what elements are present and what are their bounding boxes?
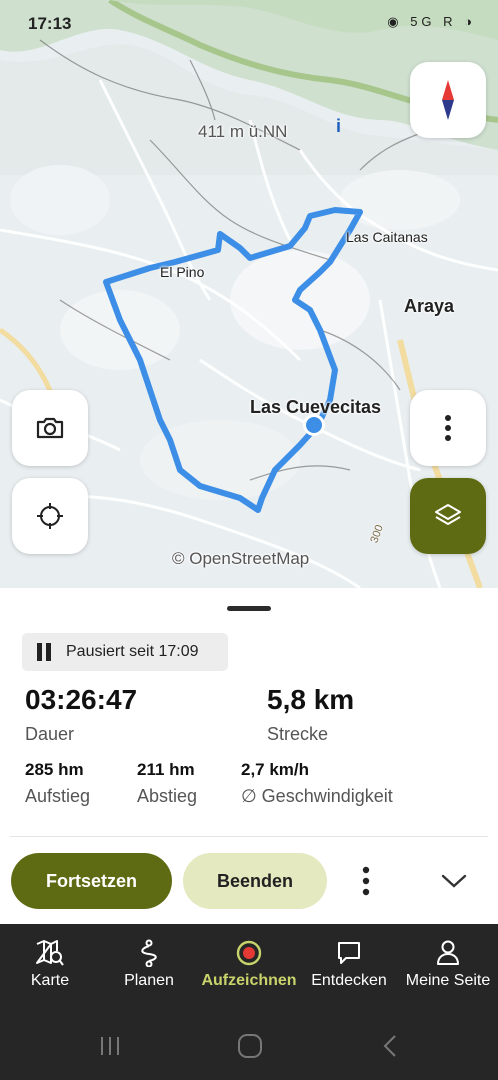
map-label-araya: Araya — [404, 296, 455, 316]
finish-button[interactable]: Beenden — [183, 853, 327, 909]
nav-label-planen: Planen — [124, 972, 174, 989]
compass-button[interactable] — [410, 62, 486, 138]
duration-label: Dauer — [25, 724, 75, 744]
map-label-elevation: 411 m ü.NN — [198, 122, 288, 141]
back-icon — [383, 1035, 396, 1057]
map-label-las-cuevecitas: Las Cuevecitas — [250, 397, 382, 417]
stat-distance: 5,8 km Strecke — [267, 684, 354, 745]
nav-item-planen[interactable]: Planen — [109, 924, 189, 1002]
bottom-navigation: Karte Planen Aufzeichnen Entdecken Meine… — [0, 924, 498, 1080]
sheet-divider — [10, 836, 488, 837]
nav-item-meine-seite[interactable]: Meine Seite — [398, 924, 498, 1002]
distance-value: 5,8 km — [267, 684, 355, 715]
nav-item-entdecken[interactable]: Entdecken — [306, 924, 392, 1002]
collapse-sheet-button[interactable] — [434, 861, 474, 901]
stat-duration: 03:26:47 Dauer — [25, 684, 137, 745]
status-icons: ◉ 5G R ◑ — [387, 14, 476, 29]
nav-label-meine-seite: Meine Seite — [405, 972, 491, 989]
stat-ascent: 285 hm Aufstieg — [25, 760, 90, 807]
descent-value: 211 hm — [137, 760, 195, 779]
speed-label: ∅ Geschwindigkeit — [241, 786, 393, 806]
layers-button[interactable] — [410, 478, 486, 554]
layers-icon — [435, 504, 461, 525]
stat-speed: 2,7 km/h ∅ Geschwindigkeit — [241, 760, 393, 807]
ascent-value: 285 hm — [25, 760, 84, 779]
locate-button[interactable] — [12, 478, 88, 554]
sheet-more-button[interactable] — [350, 861, 382, 901]
system-navigation-bar — [0, 1024, 498, 1068]
pause-icon — [36, 643, 52, 661]
nav-item-aufzeichnen[interactable]: Aufzeichnen — [198, 924, 300, 1002]
paused-badge: Pausiert seit 17:09 — [22, 633, 228, 671]
camera-button[interactable] — [12, 390, 88, 466]
recent-apps-icon — [101, 1037, 119, 1055]
descent-label: Abstieg — [137, 786, 198, 806]
map-view[interactable]: i 17:13 ◉ 5G R ◑ 411 m ü.NN El Pino Las … — [0, 0, 498, 588]
route-plan-icon — [134, 938, 164, 968]
person-icon — [433, 938, 463, 968]
status-bar: 17:13 ◉ 5G R ◑ — [0, 10, 498, 34]
nav-label-entdecken: Entdecken — [311, 972, 387, 989]
map-attribution[interactable]: © OpenStreetMap — [172, 549, 309, 569]
map-label-el-pino: El Pino — [160, 264, 205, 280]
recent-apps-button[interactable] — [90, 1032, 130, 1060]
back-button[interactable] — [370, 1032, 410, 1060]
stat-descent: 211 hm Abstieg — [137, 760, 197, 807]
record-icon — [234, 938, 264, 968]
distance-label: Strecke — [267, 724, 329, 744]
speech-bubble-icon — [334, 938, 364, 968]
home-button[interactable] — [230, 1032, 270, 1060]
home-icon — [238, 1034, 262, 1058]
duration-value: 03:26:47 — [25, 684, 138, 715]
sheet-drag-handle[interactable] — [227, 606, 271, 611]
map-search-icon — [35, 938, 65, 968]
resume-button[interactable]: Fortsetzen — [11, 853, 172, 909]
more-vertical-icon — [362, 866, 370, 896]
recording-sheet: Pausiert seit 17:09 03:26:47 Dauer 5,8 k… — [0, 588, 498, 924]
nav-label-karte: Karte — [30, 972, 70, 989]
chevron-down-icon — [441, 874, 467, 888]
nav-item-karte[interactable]: Karte — [10, 924, 90, 1002]
paused-label: Pausiert seit 17:09 — [66, 643, 199, 660]
more-vertical-icon — [445, 415, 451, 441]
status-time: 17:13 — [28, 14, 72, 33]
crosshair-icon — [37, 503, 63, 529]
map-more-button[interactable] — [410, 390, 486, 466]
nav-label-aufzeichnen: Aufzeichnen — [201, 972, 297, 989]
compass-icon — [442, 80, 454, 120]
svg-text:i: i — [336, 116, 341, 136]
camera-icon — [36, 417, 64, 439]
speed-value: 2,7 km/h — [241, 760, 310, 779]
map-label-las-caitanas: Las Caitanas — [346, 229, 428, 245]
ascent-label: Aufstieg — [25, 786, 91, 806]
